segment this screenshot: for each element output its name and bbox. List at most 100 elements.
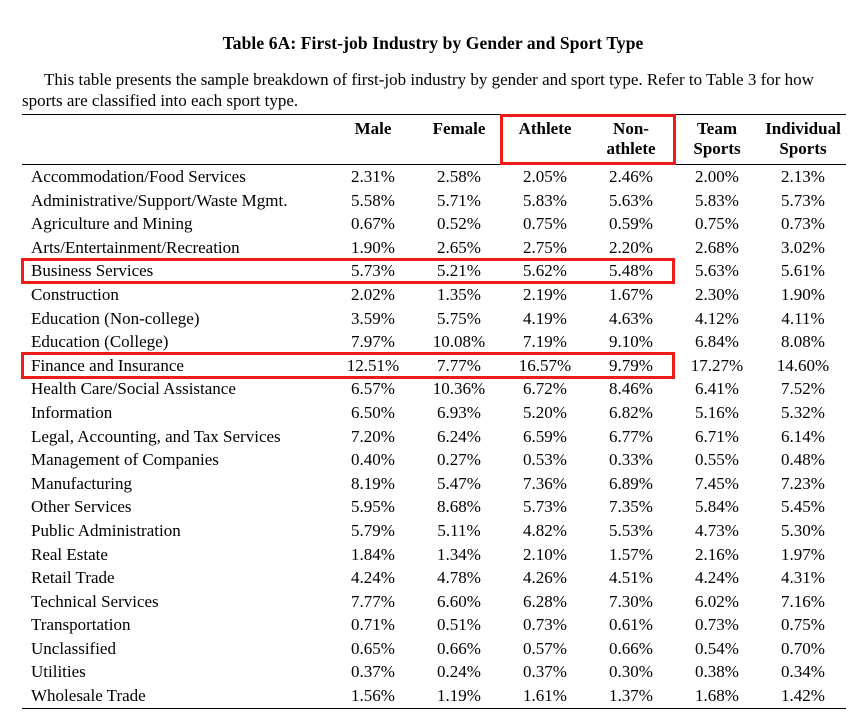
table-cell: 0.37%	[523, 662, 567, 682]
table-cell: 1.37%	[588, 684, 674, 709]
table-cell: 5.61%	[781, 261, 825, 281]
table-row: Education (College) 7.97% 10.08% 7.19% 9.10%…	[22, 330, 846, 354]
table-cell: 0.71%	[351, 615, 395, 635]
table-cell: 5.95%	[351, 497, 395, 517]
table-cell: 3.02%	[781, 237, 825, 257]
table-cell: 7.20%	[351, 426, 395, 446]
table-cell: 4.26%	[523, 568, 567, 588]
row-label: Other Services	[31, 497, 132, 517]
table-cell: 1.90%	[781, 284, 825, 304]
table-cell: 6.89%	[609, 473, 653, 493]
table-cell: 7.77%	[351, 591, 395, 611]
table-cell: 0.59%	[609, 214, 653, 234]
table-cell: 6.14%	[781, 426, 825, 446]
table-cell: 0.53%	[523, 450, 567, 470]
table-cell: 5.83%	[695, 190, 739, 210]
column-header-female-line1: Female	[432, 119, 486, 138]
table-cell: 4.73%	[695, 520, 739, 540]
table-cell: 7.16%	[781, 591, 825, 611]
table-cell: 2.58%	[416, 163, 502, 189]
column-header-team-sports: Team Sports	[674, 114, 760, 165]
row-label: Technical Services	[31, 591, 159, 611]
table-cell: 8.08%	[781, 332, 825, 352]
table-cell: 8.19%	[351, 473, 395, 493]
table-cell: 5.63%	[609, 190, 653, 210]
table-body: Accommodation/Food Services 2.31% 2.58% 2.0…	[22, 163, 846, 709]
table-cell: 2.68%	[695, 237, 739, 257]
table-cell: 2.75%	[523, 237, 567, 257]
row-label: Wholesale Trade	[22, 684, 330, 709]
table-cell: 0.48%	[781, 450, 825, 470]
table-cell: 5.75%	[437, 308, 481, 328]
document-page: Table 6A: First-job Industry by Gender a…	[0, 0, 866, 722]
table-cell: 0.34%	[781, 662, 825, 682]
table-cell: 6.57%	[351, 379, 395, 399]
table-cell: 0.73%	[695, 615, 739, 635]
table-cell: 7.23%	[781, 473, 825, 493]
table-cell: 0.30%	[609, 662, 653, 682]
row-label: Unclassified	[31, 638, 116, 658]
table-cell: 6.02%	[695, 591, 739, 611]
row-label: Management of Companies	[31, 450, 219, 470]
table-cell: 0.38%	[695, 662, 739, 682]
table-cell: 5.58%	[351, 190, 395, 210]
table-row: Education (Non-college) 3.59% 5.75% 4.19% 4.…	[22, 307, 846, 331]
table-cell: 1.68%	[674, 684, 760, 709]
table-row: Unclassified 0.65% 0.66% 0.57% 0.66% 0.54% 0.7…	[22, 637, 846, 661]
table-row: Public Administration 5.79% 5.11% 4.82% 5.53…	[22, 519, 846, 543]
table-cell: 7.35%	[609, 497, 653, 517]
table-cell: 9.79%	[609, 355, 653, 375]
row-label: Agriculture and Mining	[31, 214, 193, 234]
column-header-non-athlete: Non- athlete	[588, 114, 674, 165]
table-cell: 5.83%	[523, 190, 567, 210]
table-cell: 5.16%	[695, 402, 739, 422]
table-cell: 0.40%	[351, 450, 395, 470]
table-cell: 12.51%	[346, 355, 400, 375]
table-cell: 7.97%	[351, 332, 395, 352]
table-cell: 5.48%	[609, 261, 653, 281]
table-row: Business Services 5.73% 5.21% 5.62% 5.48% 5.6…	[22, 259, 846, 283]
table-cell: 17.27%	[690, 355, 744, 375]
table-cell: 2.20%	[609, 237, 653, 257]
table-cell: 2.13%	[760, 163, 846, 189]
column-header-team-sports-line2: Sports	[693, 139, 741, 158]
table-cell: 4.19%	[523, 308, 567, 328]
column-header-athlete-line1: Athlete	[518, 119, 572, 138]
row-label: Utilities	[31, 662, 86, 682]
table-cell: 1.61%	[502, 684, 588, 709]
table-row: Arts/Entertainment/Recreation 1.90% 2.65% 2…	[22, 236, 846, 260]
table-row: Finance and Insurance 12.51% 7.77% 16.57% 9.…	[22, 354, 846, 378]
table-row: Manufacturing 8.19% 5.47% 7.36% 6.89% 7.45% 7.…	[22, 472, 846, 496]
column-header-non-athlete-line1: Non-	[613, 119, 649, 138]
table-cell: 1.19%	[416, 684, 502, 709]
row-label: Information	[31, 402, 113, 422]
table-cell: 0.57%	[523, 638, 567, 658]
table-cell: 0.37%	[351, 662, 395, 682]
table-cell: 0.70%	[781, 638, 825, 658]
table-cell: 0.33%	[609, 450, 653, 470]
table-cell: 0.67%	[351, 214, 395, 234]
table-cell: 8.46%	[609, 379, 653, 399]
table-cell: 10.36%	[432, 379, 486, 399]
table-cell: 0.51%	[437, 615, 481, 635]
row-label: Manufacturing	[31, 473, 133, 493]
column-header-male: Male	[330, 114, 416, 165]
table-cell: 5.20%	[523, 402, 567, 422]
table-cell: 5.71%	[437, 190, 481, 210]
row-label: Real Estate	[31, 544, 108, 564]
row-label: Arts/Entertainment/Recreation	[31, 237, 240, 257]
row-label: Finance and Insurance	[31, 355, 184, 375]
table-row: Health Care/Social Assistance 6.57% 10.36%…	[22, 377, 846, 401]
table-cell: 1.90%	[351, 237, 395, 257]
table-cell: 7.52%	[781, 379, 825, 399]
table-cell: 4.12%	[695, 308, 739, 328]
industry-breakdown-table: Male Female Athlete Non- athlete Team Sp	[22, 114, 846, 709]
column-header-individual-sports-line1: Individual	[765, 119, 841, 138]
table-cell: 5.84%	[695, 497, 739, 517]
table-cell: 0.73%	[781, 214, 825, 234]
row-label: Retail Trade	[31, 568, 115, 588]
table-cell: 7.30%	[609, 591, 653, 611]
table-cell: 8.68%	[437, 497, 481, 517]
table-cell: 2.10%	[523, 544, 567, 564]
table-row: Construction 2.02% 1.35% 2.19% 1.67% 2.30% 1.9…	[22, 283, 846, 307]
